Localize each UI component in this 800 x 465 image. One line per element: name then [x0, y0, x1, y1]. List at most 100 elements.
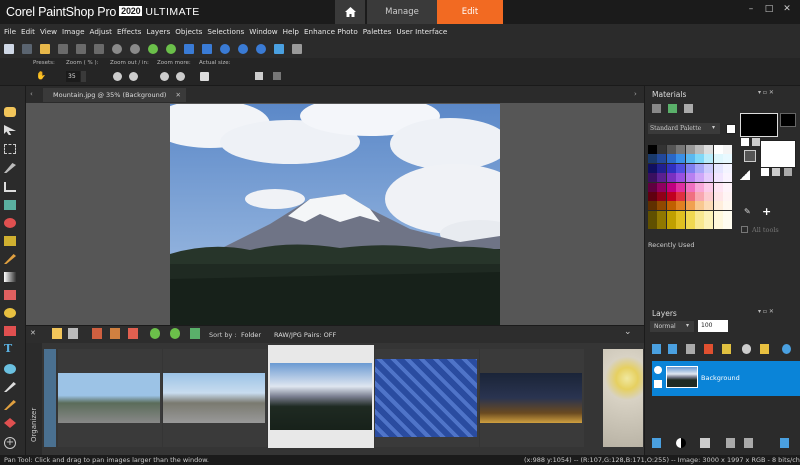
palette-swatch[interactable] — [676, 192, 686, 201]
palette-swatch[interactable] — [713, 154, 723, 164]
palette-swatch[interactable] — [713, 163, 723, 173]
palette-swatch[interactable] — [648, 220, 657, 230]
palette-swatch[interactable] — [704, 182, 714, 192]
text-tool-icon[interactable]: T — [4, 342, 16, 355]
tabs-scroll-left-icon[interactable]: ‹ — [30, 90, 33, 98]
organizer-adjust-icon[interactable] — [92, 328, 102, 339]
actual-size-icon[interactable] — [256, 44, 266, 54]
palette-swatch[interactable] — [685, 163, 695, 173]
zoom-stepper[interactable] — [81, 71, 86, 82]
palette-swatch[interactable] — [657, 182, 667, 192]
palette-swatch[interactable] — [685, 173, 695, 183]
menu-adjust[interactable]: Adjust — [90, 27, 112, 36]
palette-swatch[interactable] — [648, 173, 657, 183]
fill-tool-icon[interactable] — [4, 308, 16, 318]
menu-help[interactable]: Help — [283, 27, 299, 36]
fit-window-button[interactable] — [273, 72, 281, 80]
layer-options-icon[interactable] — [782, 344, 791, 354]
palette-swatch[interactable] — [648, 201, 657, 211]
palette-swatch[interactable] — [676, 145, 686, 154]
menu-palettes[interactable]: Palettes — [363, 27, 392, 36]
mask-toggle-icon[interactable] — [676, 438, 686, 448]
palette-swatch[interactable] — [657, 220, 667, 230]
palette-swatch[interactable] — [657, 145, 667, 154]
palette-swatch[interactable] — [723, 210, 733, 220]
palette-swatch[interactable] — [676, 220, 686, 230]
red-eye-tool-icon[interactable] — [4, 218, 16, 228]
new-from-template-icon[interactable] — [22, 44, 32, 54]
zoom-more-out-button[interactable] — [160, 72, 169, 81]
new-vector-layer-icon[interactable] — [668, 344, 677, 354]
palette-swatch[interactable] — [666, 145, 676, 154]
palette-swatch[interactable] — [676, 201, 686, 211]
zoom-out-icon[interactable] — [238, 44, 248, 54]
organizer-paint-icon[interactable] — [110, 328, 120, 339]
organizer-edit-icon[interactable] — [128, 328, 138, 339]
close-button[interactable]: ✕ — [778, 2, 796, 16]
palette-swatch[interactable] — [695, 201, 704, 211]
home-button[interactable] — [335, 0, 365, 24]
materials-window-controls[interactable]: ▾ ▫ ✕ — [758, 89, 774, 96]
palette-swatch[interactable] — [685, 220, 695, 230]
maximize-button[interactable]: □ — [760, 2, 778, 16]
palette-swatch[interactable] — [657, 201, 667, 211]
palette-swatch[interactable] — [723, 201, 733, 211]
new-mask-icon[interactable] — [722, 344, 731, 354]
pan-tool-icon[interactable] — [4, 107, 16, 117]
palette-swatch[interactable] — [723, 182, 733, 192]
menu-layers[interactable]: Layers — [146, 27, 170, 36]
palette-swatch[interactable] — [704, 201, 714, 211]
palette-swatch[interactable] — [685, 182, 695, 192]
layer-style-icon[interactable] — [700, 438, 710, 448]
frame-tab-icon[interactable] — [652, 104, 661, 113]
actual-size-button[interactable] — [200, 72, 209, 81]
thumbnail-blue-tiles[interactable] — [375, 349, 479, 447]
thumbnail-partial-right[interactable] — [603, 349, 643, 447]
undo-icon[interactable] — [112, 44, 122, 54]
palette-swatch[interactable] — [723, 220, 733, 230]
link-layer-icon[interactable] — [742, 344, 751, 354]
palette-swatch[interactable] — [666, 173, 676, 183]
palette-swatch[interactable] — [695, 145, 704, 154]
eraser-tool-icon[interactable] — [4, 290, 16, 300]
mountain-image[interactable] — [170, 104, 500, 326]
palette-swatch[interactable] — [704, 173, 714, 183]
menu-enhance-photo[interactable]: Enhance Photo — [304, 27, 358, 36]
palette-swatch[interactable] — [666, 192, 676, 201]
zoom-in-icon[interactable] — [220, 44, 230, 54]
menu-effects[interactable]: Effects — [117, 27, 141, 36]
palette-swatch[interactable] — [695, 163, 704, 173]
palette-swatch[interactable] — [704, 154, 714, 164]
menu-image[interactable]: Image — [62, 27, 85, 36]
layer-visibility-icon[interactable] — [654, 366, 662, 374]
menu-user-interface[interactable]: User Interface — [396, 27, 447, 36]
palette-select[interactable]: Standard Palette — [648, 123, 720, 134]
background-color-swatch[interactable] — [760, 140, 796, 168]
tab-edit[interactable]: Edit — [437, 0, 503, 24]
palette-swatch[interactable] — [676, 154, 686, 164]
add-swatch-icon[interactable]: + — [762, 205, 771, 218]
palette-swatch[interactable] — [704, 192, 714, 201]
palette-swatch[interactable] — [685, 210, 695, 220]
fit-image-icon[interactable] — [202, 44, 212, 54]
palette-swatch[interactable] — [648, 192, 657, 201]
palette-swatch[interactable] — [648, 163, 657, 173]
palette-options-icon[interactable] — [726, 124, 736, 134]
raw-jpg-pairs-toggle[interactable]: RAW/JPG Pairs: OFF — [274, 331, 336, 339]
palette-swatch[interactable] — [648, 182, 657, 192]
menu-view[interactable]: View — [40, 27, 57, 36]
rotate-right-icon[interactable] — [166, 44, 176, 54]
menu-window[interactable]: Window — [249, 27, 277, 36]
palette-swatch[interactable] — [648, 154, 657, 164]
bg-pattern-icon[interactable] — [784, 168, 792, 176]
palette-swatch[interactable] — [685, 145, 695, 154]
palette-swatch[interactable] — [695, 220, 704, 230]
makeover-tool-icon[interactable] — [4, 236, 16, 246]
palette-swatch[interactable] — [713, 210, 723, 220]
open-icon[interactable] — [40, 44, 50, 54]
presets-hand-icon[interactable]: ✋ — [36, 71, 50, 81]
menu-objects[interactable]: Objects — [175, 27, 202, 36]
palette-swatch[interactable] — [713, 220, 723, 230]
palette-swatch[interactable] — [666, 201, 676, 211]
palette-swatch[interactable] — [657, 210, 667, 220]
